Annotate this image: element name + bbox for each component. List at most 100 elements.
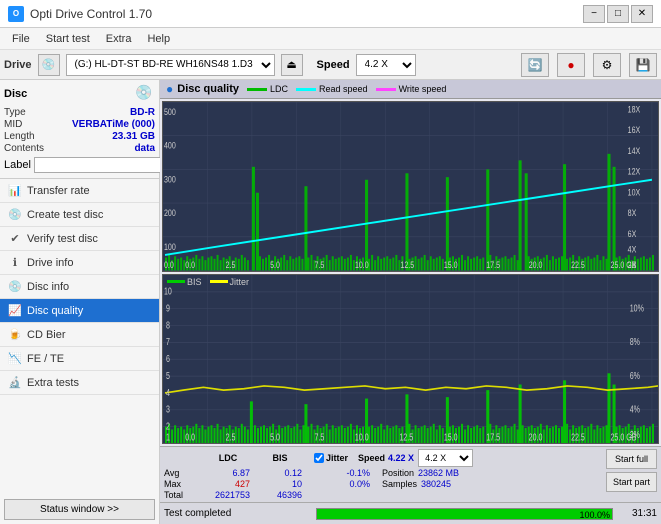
legend: LDC Read speed Write speed (247, 84, 446, 94)
menu-extra[interactable]: Extra (98, 31, 140, 47)
sidebar-item-label: Disc quality (27, 305, 83, 317)
sidebar-item-label: Disc info (27, 281, 69, 293)
sidebar-item-label: Transfer rate (27, 185, 90, 197)
bottom-status-bar: Test completed 100.0% 31:31 (160, 502, 661, 524)
svg-text:0.0: 0.0 (185, 431, 195, 442)
svg-text:5.0: 5.0 (270, 260, 280, 270)
sidebar-item-label: FE / TE (27, 353, 64, 365)
max-bis: 10 (254, 479, 306, 489)
progress-fill (317, 509, 612, 519)
avg-label: Avg (164, 468, 202, 478)
extra-tests-icon: 🔬 (8, 376, 22, 389)
sidebar-item-label: Drive info (27, 257, 73, 269)
speed-label: Speed (317, 59, 350, 71)
svg-text:10X: 10X (628, 188, 641, 198)
avg-ldc: 6.87 (202, 468, 254, 478)
app-title: Opti Drive Control 1.70 (30, 7, 152, 21)
sidebar-item-disc-info[interactable]: 💿 Disc info (0, 275, 159, 299)
fe-te-icon: 📉 (8, 352, 22, 365)
avg-bis: 0.12 (254, 468, 306, 478)
svg-text:500: 500 (164, 107, 176, 117)
svg-text:12.5: 12.5 (399, 431, 413, 442)
total-ldc: 2621753 (202, 490, 254, 500)
status-window-button[interactable]: Status window >> (4, 499, 155, 520)
drive-bar: Drive 💿 (G:) HL-DT-ST BD-RE WH16NS48 1.D… (0, 50, 661, 80)
legend-read-speed: Read speed (296, 84, 368, 94)
svg-text:10.0: 10.0 (355, 260, 369, 270)
svg-text:3: 3 (166, 403, 170, 414)
drive-label: Drive (4, 59, 32, 71)
svg-text:17.5: 17.5 (486, 431, 500, 442)
disc-panel: Disc 💿 Type BD-R MID VERBATiMe (000) Len… (0, 80, 159, 179)
settings-button[interactable]: ⚙ (593, 53, 621, 77)
svg-text:4X: 4X (628, 245, 637, 255)
label-row: Label ✏ (4, 156, 155, 174)
jitter-legend-label: Jitter (230, 277, 250, 287)
sidebar-item-fe-te[interactable]: 📉 FE / TE (0, 347, 159, 371)
menu-bar: File Start test Extra Help (0, 28, 661, 50)
svg-text:16X: 16X (628, 125, 641, 135)
speed-select-stats[interactable]: 4.2 X (418, 449, 473, 467)
progress-bar: 100.0% (316, 508, 613, 520)
quality-title: Disc quality (177, 83, 239, 95)
avg-jitter: -0.1% (314, 468, 374, 478)
svg-text:15.0: 15.0 (444, 431, 458, 442)
close-button[interactable]: ✕ (631, 5, 653, 23)
main-layout: Disc 💿 Type BD-R MID VERBATiMe (000) Len… (0, 80, 661, 524)
label-input[interactable] (34, 157, 172, 173)
start-part-button[interactable]: Start part (606, 472, 657, 492)
eject-button[interactable]: ⏏ (281, 54, 303, 76)
minimize-button[interactable]: − (583, 5, 605, 23)
sidebar-item-label: Extra tests (27, 377, 79, 389)
svg-text:300: 300 (164, 175, 176, 185)
speed-header: Speed (358, 453, 385, 463)
disc-row-type: Type BD-R (4, 107, 155, 118)
title-bar: O Opti Drive Control 1.70 − □ ✕ (0, 0, 661, 28)
maximize-button[interactable]: □ (607, 5, 629, 23)
action-buttons: Start full Start part (606, 449, 657, 492)
quality-header: ● Disc quality LDC Read speed Write spee… (160, 80, 661, 99)
burn-button[interactable]: ● (557, 53, 585, 77)
sidebar-item-drive-info[interactable]: ℹ Drive info (0, 251, 159, 275)
speed-value: 4.22 X (388, 453, 414, 463)
samples-label: Samples (382, 479, 417, 489)
max-label: Max (164, 479, 202, 489)
svg-text:22.5: 22.5 (571, 260, 585, 270)
sidebar-item-disc-quality[interactable]: 📈 Disc quality (0, 299, 159, 323)
disc-section-title: Disc (4, 88, 27, 100)
bis-header: BIS (254, 453, 306, 463)
drive-icon: 💿 (38, 54, 60, 76)
cd-bier-icon: 🍺 (8, 328, 22, 341)
save-button[interactable]: 💾 (629, 53, 657, 77)
svg-text:2.5: 2.5 (226, 431, 236, 442)
window-controls: − □ ✕ (583, 5, 653, 23)
jitter-checkbox[interactable] (314, 453, 324, 463)
samples-value: 380245 (421, 479, 451, 489)
position-value: 23862 MB (418, 468, 459, 478)
bis-legend-label: BIS (187, 277, 202, 287)
stats-section: LDC BIS Jitter Speed 4.22 X 4.2 X (160, 446, 661, 502)
svg-text:12X: 12X (628, 167, 641, 177)
svg-text:4: 4 (166, 386, 170, 397)
drive-select[interactable]: (G:) HL-DT-ST BD-RE WH16NS48 1.D3 (66, 54, 275, 76)
menu-help[interactable]: Help (139, 31, 178, 47)
svg-text:12.5: 12.5 (400, 260, 414, 270)
sidebar-item-verify-test-disc[interactable]: ✔ Verify test disc (0, 227, 159, 251)
sidebar-item-transfer-rate[interactable]: 📊 Transfer rate (0, 179, 159, 203)
svg-text:25.0 GB: 25.0 GB (611, 431, 637, 442)
svg-text:5.0: 5.0 (270, 431, 280, 442)
sidebar-item-create-test-disc[interactable]: 💿 Create test disc (0, 203, 159, 227)
sidebar-item-label: CD Bier (27, 329, 66, 341)
disc-row-length: Length 23.31 GB (4, 131, 155, 142)
refresh-button[interactable]: 🔄 (521, 53, 549, 77)
svg-text:17.5: 17.5 (486, 260, 500, 270)
menu-start-test[interactable]: Start test (38, 31, 98, 47)
ldc-chart-svg: 500 400 300 200 100 0.0 18X 16X 14X 12X … (163, 102, 658, 271)
max-ldc: 427 (202, 479, 254, 489)
start-full-button[interactable]: Start full (606, 449, 657, 469)
sidebar-item-cd-bier[interactable]: 🍺 CD Bier (0, 323, 159, 347)
menu-file[interactable]: File (4, 31, 38, 47)
sidebar-item-extra-tests[interactable]: 🔬 Extra tests (0, 371, 159, 395)
speed-select[interactable]: 4.2 X (356, 54, 416, 76)
legend-ldc: LDC (247, 84, 288, 94)
